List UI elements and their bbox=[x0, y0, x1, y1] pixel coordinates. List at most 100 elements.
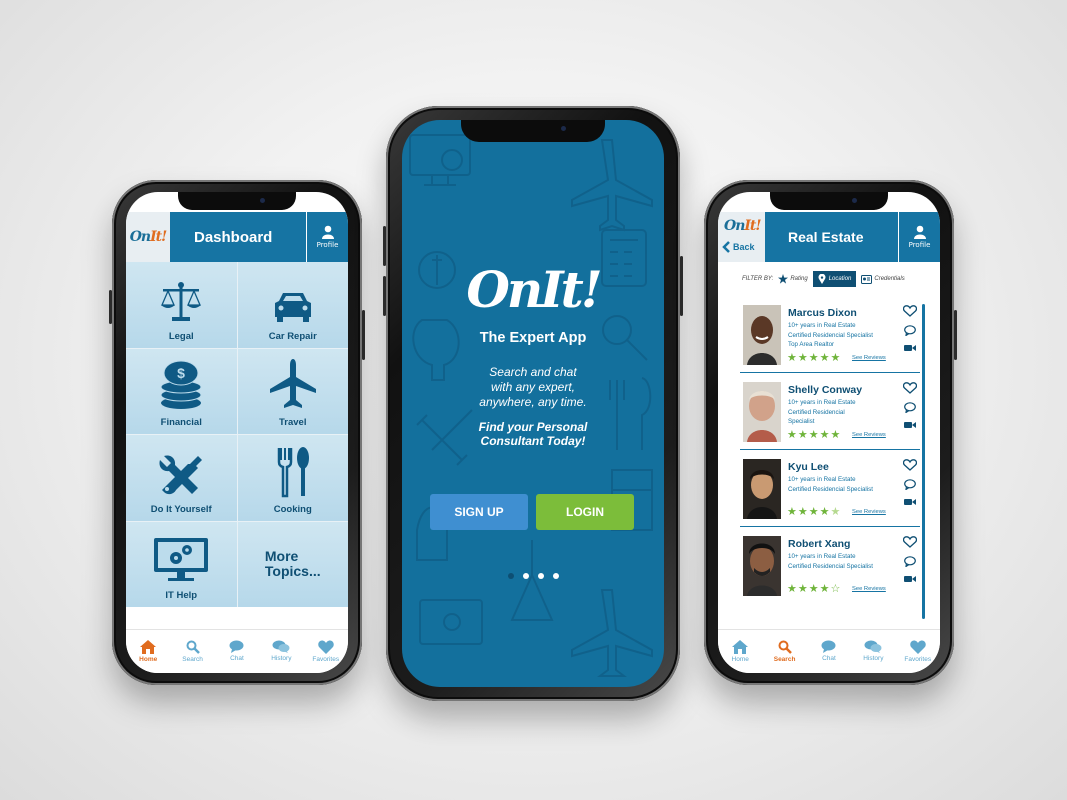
chat-icon bbox=[229, 640, 244, 653]
credentials-icon bbox=[861, 274, 873, 284]
tab-label: History bbox=[863, 655, 884, 662]
description-text: Search and chat with any expert, anywher… bbox=[479, 365, 587, 409]
heart-icon bbox=[910, 640, 926, 654]
login-button[interactable]: LOGIN bbox=[536, 494, 634, 530]
professional-card[interactable]: Shelly Conway 10+ years in Real Estate C… bbox=[740, 373, 920, 450]
tab-history[interactable]: History bbox=[853, 640, 893, 662]
back-button[interactable]: Back bbox=[722, 241, 755, 253]
coins-icon: $ bbox=[160, 360, 202, 409]
app-logo[interactable]: OnIt! bbox=[724, 218, 762, 234]
tab-label: Search bbox=[773, 656, 796, 663]
tab-bar: Home Search Chat History Favorites bbox=[126, 629, 348, 673]
professional-info: 10+ years in Real Estate Certified Resid… bbox=[788, 553, 873, 570]
chevron-left-icon bbox=[722, 241, 730, 253]
power-button bbox=[954, 310, 957, 360]
page-dot[interactable] bbox=[537, 573, 544, 579]
professional-list: Marcus Dixon 10+ years in Real Estate Ce… bbox=[740, 296, 920, 604]
tab-search[interactable]: Search bbox=[765, 640, 805, 663]
search-icon bbox=[186, 640, 200, 654]
logo-on: On bbox=[129, 229, 151, 245]
video-call-icon[interactable] bbox=[904, 344, 916, 352]
filter-rating[interactable]: Rating bbox=[778, 274, 808, 284]
tab-search[interactable]: Search bbox=[173, 640, 213, 663]
tab-chat[interactable]: Chat bbox=[809, 640, 849, 662]
star-icon bbox=[778, 274, 789, 284]
filter-location[interactable]: Location bbox=[812, 271, 857, 287]
heart-outline-icon[interactable] bbox=[903, 459, 917, 471]
phone-real-estate: OnIt! Back Real Estate Profile FILTER BY… bbox=[704, 180, 957, 685]
avatar bbox=[743, 305, 781, 365]
tab-chat[interactable]: Chat bbox=[217, 640, 257, 662]
title-bar: Dashboard Profile bbox=[170, 212, 348, 262]
tab-home[interactable]: Home bbox=[720, 640, 760, 663]
filter-option-label: Credentials bbox=[874, 276, 905, 282]
video-call-icon[interactable] bbox=[904, 498, 916, 506]
professional-card[interactable]: Kyu Lee 10+ years in Real Estate Certifi… bbox=[740, 450, 920, 527]
professional-card[interactable]: Marcus Dixon 10+ years in Real Estate Ce… bbox=[740, 296, 920, 373]
topic-car-repair[interactable]: Car Repair bbox=[237, 262, 348, 348]
topic-financial[interactable]: $ Financial bbox=[126, 348, 237, 434]
dashboard-screen: OnIt! Dashboard Profile Legal Car Repair… bbox=[126, 192, 348, 673]
airplane-icon bbox=[269, 359, 316, 408]
professional-name: Kyu Lee bbox=[788, 461, 829, 473]
video-call-icon[interactable] bbox=[904, 421, 916, 429]
scales-icon bbox=[161, 281, 202, 321]
chat-icon[interactable] bbox=[904, 479, 916, 490]
professional-info: 10+ years in Real Estate Certified Resid… bbox=[788, 476, 873, 493]
topic-do-it-yourself[interactable]: Do It Yourself bbox=[126, 435, 237, 521]
see-reviews-link[interactable]: See Reviews bbox=[852, 509, 886, 515]
profile-button[interactable]: Profile bbox=[898, 212, 940, 262]
app-logo[interactable]: OnIt! bbox=[126, 212, 170, 262]
profile-button[interactable]: Profile bbox=[306, 212, 348, 262]
app-logo: OnIt! bbox=[466, 260, 602, 319]
tab-home[interactable]: Home bbox=[128, 640, 168, 663]
heart-outline-icon[interactable] bbox=[903, 536, 917, 548]
tab-label: Favorites bbox=[312, 656, 340, 663]
page-dot[interactable] bbox=[552, 573, 559, 579]
star-rating: ★★★★☆ bbox=[787, 582, 842, 595]
page-indicator[interactable] bbox=[402, 573, 664, 579]
call-to-action-text: Find your Personal Consultant Today! bbox=[478, 420, 588, 448]
chat-icon[interactable] bbox=[904, 325, 916, 336]
topic-legal[interactable]: Legal bbox=[126, 262, 237, 348]
tab-label: Home bbox=[139, 656, 158, 663]
avatar bbox=[743, 536, 781, 596]
topic-label: Cooking bbox=[273, 503, 312, 515]
see-reviews-link[interactable]: See Reviews bbox=[852, 432, 886, 438]
chat-icon[interactable] bbox=[904, 556, 916, 567]
heart-outline-icon[interactable] bbox=[903, 382, 917, 394]
scrollbar[interactable] bbox=[922, 304, 925, 619]
tab-label: Search bbox=[182, 656, 203, 663]
page-dot[interactable] bbox=[507, 573, 514, 579]
tab-label: Home bbox=[731, 656, 749, 663]
professional-card[interactable]: Robert Xang 10+ years in Real Estate Cer… bbox=[740, 527, 920, 604]
page-title: Dashboard bbox=[194, 228, 273, 246]
filter-bar: FILTER BY: Rating Location Credentials bbox=[718, 270, 940, 288]
topic-it-help[interactable]: IT Help bbox=[126, 521, 237, 607]
real-estate-header: OnIt! Back Real Estate Profile bbox=[718, 212, 940, 262]
sign-up-button[interactable]: SIGN UP bbox=[430, 494, 528, 530]
chat-icon[interactable] bbox=[904, 402, 916, 413]
topic-cooking[interactable]: Cooking bbox=[237, 435, 348, 521]
real-estate-screen: OnIt! Back Real Estate Profile FILTER BY… bbox=[718, 192, 940, 673]
tab-favorites[interactable]: Favorites bbox=[306, 640, 346, 663]
profile-label: Profile bbox=[908, 241, 931, 249]
tab-label: History bbox=[271, 655, 292, 662]
notch bbox=[178, 192, 296, 210]
page-dot[interactable] bbox=[522, 573, 529, 579]
see-reviews-link[interactable]: See Reviews bbox=[852, 355, 886, 361]
back-label: Back bbox=[733, 242, 755, 252]
tab-history[interactable]: History bbox=[261, 640, 301, 662]
home-icon bbox=[732, 640, 749, 654]
power-button bbox=[680, 256, 683, 316]
card-actions bbox=[903, 459, 917, 506]
see-reviews-link[interactable]: See Reviews bbox=[852, 586, 886, 592]
tab-favorites[interactable]: Favorites bbox=[898, 640, 938, 663]
filter-credentials[interactable]: Credentials bbox=[861, 274, 905, 284]
topic-travel[interactable]: Travel bbox=[237, 348, 348, 434]
more-topics-button[interactable]: More Topics... bbox=[237, 521, 348, 607]
heart-outline-icon[interactable] bbox=[903, 305, 917, 317]
professional-name: Shelly Conway bbox=[788, 384, 863, 396]
history-icon bbox=[272, 640, 290, 653]
video-call-icon[interactable] bbox=[904, 575, 916, 583]
